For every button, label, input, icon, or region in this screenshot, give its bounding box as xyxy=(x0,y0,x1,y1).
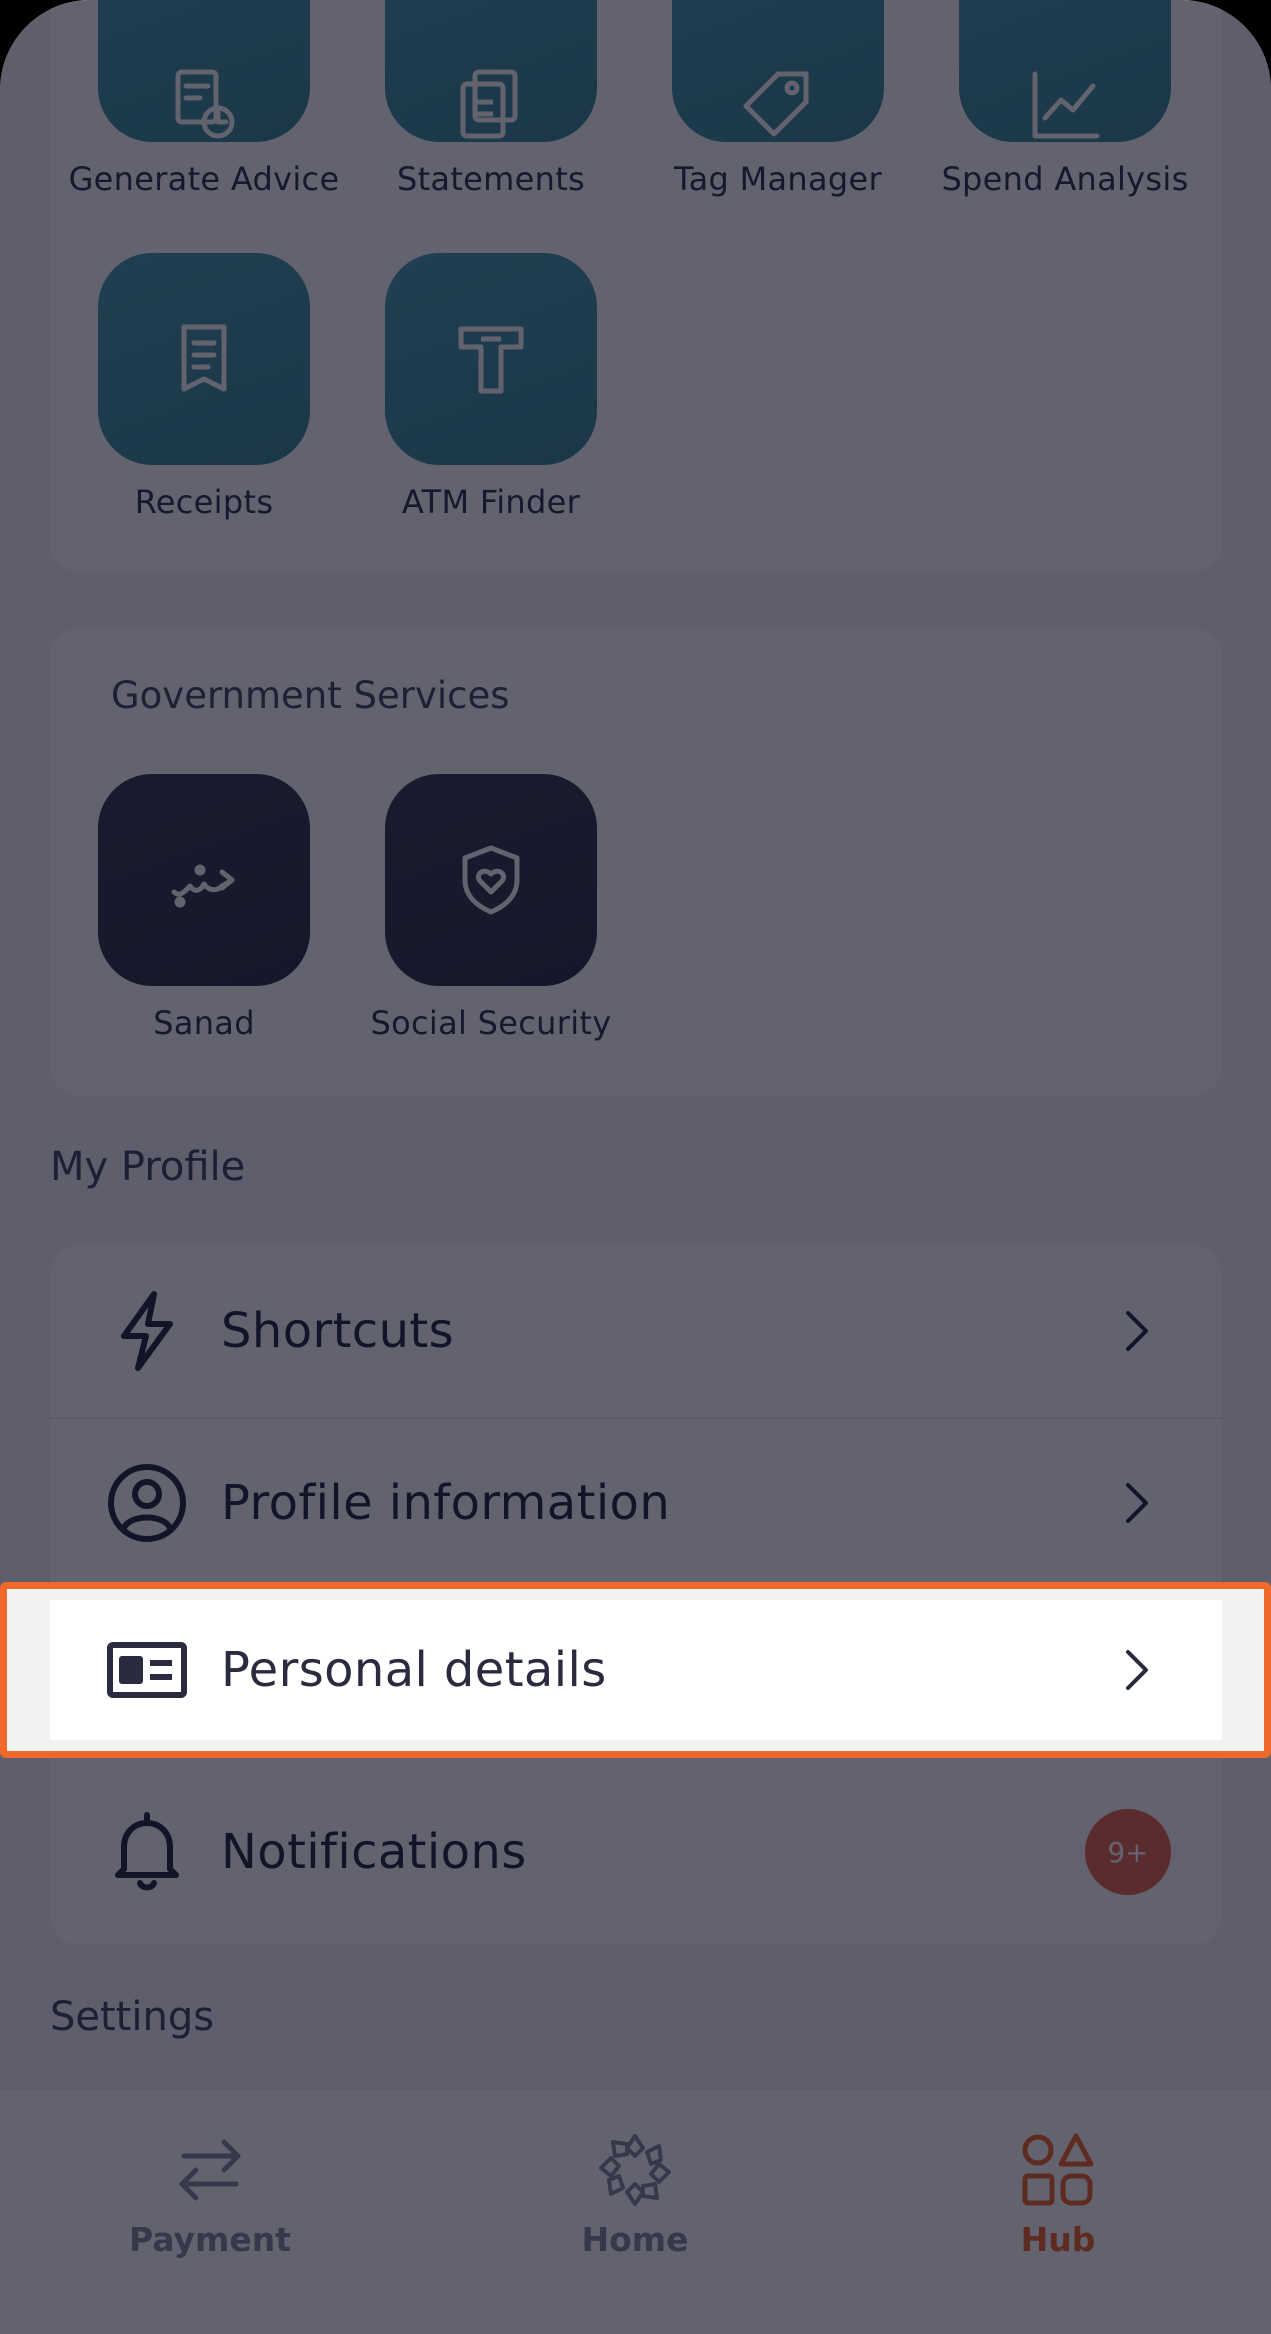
statements-icon xyxy=(460,69,518,139)
home-flower-icon xyxy=(599,2134,671,2206)
atm-finder-tile[interactable] xyxy=(385,253,597,465)
tag-manager-tile[interactable] xyxy=(672,0,884,142)
shortcuts-row[interactable]: Shortcuts xyxy=(50,1245,1222,1417)
hub-screen: Generate Advice Statements Tag Manager S… xyxy=(0,0,1271,2334)
tag-icon xyxy=(743,71,809,137)
settings-title: Settings xyxy=(50,1994,215,2040)
chart-icon xyxy=(1032,71,1100,139)
profile-information-row[interactable]: Profile information xyxy=(50,1417,1222,1589)
row-label: Notifications xyxy=(221,1824,527,1880)
user-circle-icon xyxy=(108,1464,186,1542)
spend-analysis-tile[interactable] xyxy=(959,0,1171,142)
lightning-icon xyxy=(121,1291,173,1371)
chevron-right-icon xyxy=(1126,1311,1148,1351)
statements-tile[interactable] xyxy=(385,0,597,142)
row-label: Personal details xyxy=(221,1642,607,1698)
notification-badge: 9+ xyxy=(1085,1809,1171,1895)
tile-label: Statements xyxy=(396,160,586,198)
tile-label: ATM Finder xyxy=(401,483,581,521)
tile-label: Generate Advice xyxy=(68,160,340,198)
generate-advice-tile[interactable] xyxy=(98,0,310,142)
government-services-title: Government Services xyxy=(111,674,510,717)
sanad-tile[interactable] xyxy=(98,774,310,986)
nav-label: Home xyxy=(581,2220,689,2259)
row-label: Shortcuts xyxy=(221,1303,455,1359)
nav-hub[interactable]: Hub xyxy=(908,2090,1208,2334)
receipts-tile[interactable] xyxy=(98,253,310,465)
transfer-arrows-icon xyxy=(179,2139,241,2201)
nav-label: Payment xyxy=(128,2220,292,2259)
nav-payment[interactable]: Payment xyxy=(60,2090,360,2334)
tile-label: Receipts xyxy=(134,483,274,521)
shield-heart-icon xyxy=(462,845,520,915)
personal-details-row[interactable]: Personal details xyxy=(0,1582,1271,1758)
receipt-icon xyxy=(181,324,227,392)
id-card-icon xyxy=(107,1642,187,1698)
nav-home[interactable]: Home xyxy=(485,2090,785,2334)
row-label: Profile information xyxy=(221,1475,671,1531)
tile-label: Sanad xyxy=(153,1004,255,1042)
generate-advice-icon xyxy=(175,69,235,139)
atm-icon xyxy=(458,326,524,394)
bottom-nav: Payment Home Hub xyxy=(0,2090,1271,2334)
social-security-tile[interactable] xyxy=(385,774,597,986)
notifications-row[interactable]: Notifications 9+ xyxy=(50,1766,1222,1938)
personal-details-row-surface: Personal details xyxy=(50,1600,1222,1740)
sanad-logo-icon xyxy=(171,864,235,908)
nav-label: Hub xyxy=(1020,2220,1096,2259)
tile-label: Spend Analysis xyxy=(941,160,1189,198)
bell-icon xyxy=(115,1812,179,1891)
my-profile-title: My Profile xyxy=(50,1144,246,1190)
tile-label: Tag Manager xyxy=(674,160,882,198)
shapes-icon xyxy=(1022,2133,1094,2206)
chevron-right-icon xyxy=(1126,1650,1148,1690)
tile-label: Social Security xyxy=(370,1004,612,1042)
chevron-right-icon xyxy=(1126,1483,1148,1523)
